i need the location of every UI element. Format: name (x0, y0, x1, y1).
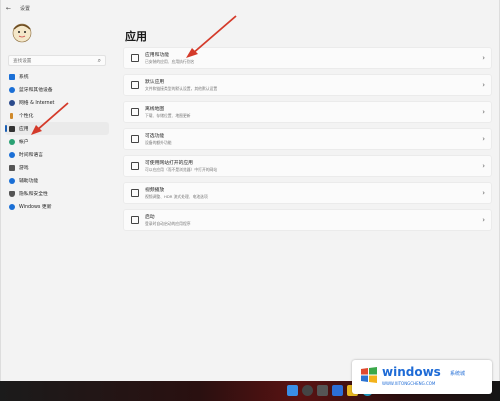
sidebar-item-gaming[interactable]: 游戏 (1, 161, 113, 174)
map-icon (131, 108, 139, 116)
search-icon[interactable] (302, 385, 313, 396)
search-input[interactable]: 查找设置 ⌕ (8, 55, 106, 66)
optional-features-icon (131, 135, 139, 143)
display-icon (9, 73, 15, 80)
row-subtitle: 视频调整、HDR 流式处理、电池选项 (145, 194, 208, 199)
website-app-icon (131, 162, 139, 170)
row-title: 可使用网站打开的应用 (145, 161, 193, 166)
chevron-right-icon: › (482, 135, 485, 143)
avatar[interactable] (10, 20, 34, 44)
annotation-arrow-left (31, 102, 69, 135)
row-subtitle: 下载、存储位置、地图更新 (145, 113, 191, 118)
search-icon[interactable]: ⌕ (98, 57, 101, 65)
row-optional-features[interactable]: 可选功能 设备的额外功能 › (123, 128, 492, 150)
chevron-right-icon: › (482, 162, 485, 170)
chevron-right-icon: › (482, 54, 485, 62)
sidebar-item-label: 系统 (19, 75, 29, 80)
sidebar-item-label: 帐户 (19, 140, 29, 145)
row-title: 可选功能 (145, 134, 165, 139)
watermark: windows 系统城 WWW.XITONGCHENG.COM (352, 356, 494, 398)
chevron-right-icon: › (482, 81, 485, 89)
title-bar: ← 设置 (1, 0, 499, 16)
watermark-cn-text: 系统城 (450, 371, 466, 377)
chevron-right-icon: › (482, 189, 485, 197)
row-title: 离线地图 (145, 107, 165, 112)
sidebar-item-windows-update[interactable]: Windows 更新 (1, 200, 113, 213)
sidebar-item-label: 时间和语言 (19, 153, 43, 158)
row-subtitle: 设备的额外功能 (145, 140, 172, 145)
settings-list: 应用和功能 已安装的应用、应用执行别名 › 默认应用 文件和链接类型的默认设置，… (123, 47, 492, 236)
sidebar-item-time-language[interactable]: 时间和语言 (1, 148, 113, 161)
gamepad-icon (9, 164, 15, 171)
window-title: 设置 (20, 5, 31, 12)
apps-icon (9, 125, 15, 132)
row-default-apps[interactable]: 默认应用 文件和链接类型的默认设置，其他默认设置 › (123, 74, 492, 96)
start-icon[interactable] (287, 385, 298, 396)
sidebar-item-accessibility[interactable]: 辅助功能 (1, 174, 113, 187)
task-view-icon[interactable] (317, 385, 328, 396)
row-video-playback[interactable]: 视频播放 视频调整、HDR 流式处理、电池选项 › (123, 182, 492, 204)
sidebar-item-label: 蓝牙和其他设备 (19, 88, 53, 93)
network-icon (9, 99, 15, 106)
accessibility-icon (9, 177, 15, 184)
sidebar-item-label: Windows 更新 (19, 205, 52, 210)
widgets-icon[interactable] (332, 385, 343, 396)
sidebar-item-label: 游戏 (19, 166, 29, 171)
back-arrow-icon[interactable]: ← (6, 5, 16, 12)
page-title: 应用 (125, 30, 147, 43)
account-icon (9, 138, 15, 145)
annotation-arrow-top (186, 15, 237, 58)
row-subtitle: 登录时自动启动的应用程序 (145, 221, 191, 226)
sidebar-item-label: 辅助功能 (19, 179, 39, 184)
list-icon (131, 54, 139, 62)
row-offline-maps[interactable]: 离线地图 下载、存储位置、地图更新 › (123, 101, 492, 123)
settings-window: ← 设置 查找设置 ⌕ 系统 蓝牙和其他设备 网络 & Internet 个性化 (0, 0, 500, 381)
brush-icon (10, 112, 13, 119)
watermark-main-text: windows (382, 365, 441, 379)
row-apps-features[interactable]: 应用和功能 已安装的应用、应用执行别名 › (123, 47, 492, 69)
row-title: 启动 (145, 215, 155, 220)
default-apps-icon (131, 81, 139, 89)
row-subtitle: 文件和链接类型的默认设置，其他默认设置 (145, 86, 218, 91)
sidebar-item-privacy[interactable]: 隐私和安全性 (1, 187, 113, 200)
chevron-right-icon: › (482, 108, 485, 116)
watermark-sub-text: WWW.XITONGCHENG.COM (382, 381, 436, 386)
sidebar-item-bluetooth[interactable]: 蓝牙和其他设备 (1, 83, 113, 96)
chevron-right-icon: › (482, 216, 485, 224)
globe-icon (9, 151, 15, 158)
shield-icon (9, 190, 15, 197)
row-title: 默认应用 (145, 80, 165, 85)
bluetooth-icon (9, 86, 15, 93)
startup-icon (131, 216, 139, 224)
update-icon (9, 203, 15, 210)
sidebar-item-system[interactable]: 系统 (1, 70, 113, 83)
windows-logo-icon (361, 367, 377, 383)
row-subtitle: 可以在应用（而不是浏览器）中打开的网站 (145, 167, 218, 172)
row-title: 视频播放 (145, 188, 165, 193)
video-icon (131, 189, 139, 197)
search-placeholder: 查找设置 (13, 58, 32, 64)
sidebar-item-label: 隐私和安全性 (19, 192, 48, 197)
row-apps-for-websites[interactable]: 可使用网站打开的应用 可以在应用（而不是浏览器）中打开的网站 › (123, 155, 492, 177)
row-startup[interactable]: 启动 登录时自动启动的应用程序 › (123, 209, 492, 231)
sidebar-nav: 系统 蓝牙和其他设备 网络 & Internet 个性化 应用 帐户 时间和语言 (1, 70, 113, 213)
